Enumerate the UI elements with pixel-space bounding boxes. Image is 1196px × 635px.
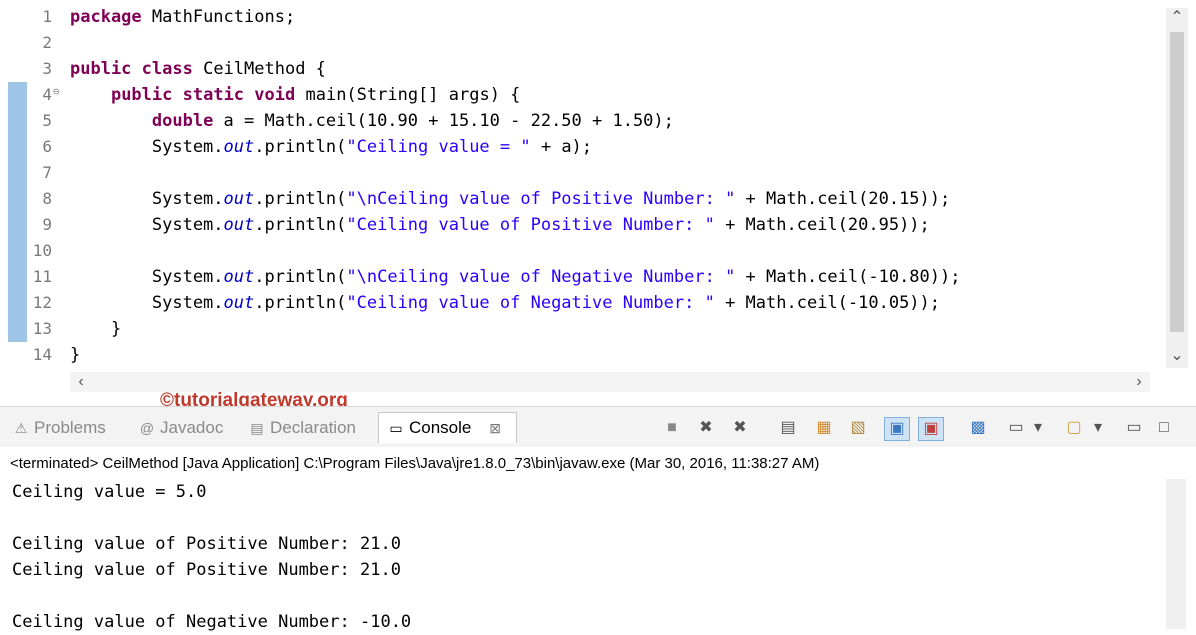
chevron-down-icon[interactable]: ▾: [1090, 417, 1106, 439]
scroll-down-icon[interactable]: ⌄: [1166, 348, 1188, 364]
console-vertical-scrollbar[interactable]: [1166, 479, 1186, 629]
editor-horizontal-scrollbar[interactable]: ‹ ›: [70, 372, 1150, 392]
console-line: Ceiling value of Negative Number: -10.0: [12, 612, 412, 632]
maximize-icon[interactable]: □: [1152, 417, 1176, 439]
code-text: public static void main(String[] args) {: [110, 85, 521, 105]
console-line: Ceiling value of Positive Number: 21.0: [12, 534, 401, 554]
tab-console-label: Console: [409, 418, 472, 437]
code-line[interactable]: 5 double a = Math.ceil(10.90 + 15.10 - 2…: [0, 108, 674, 134]
tab-javadoc[interactable]: @ Javadoc: [138, 417, 223, 439]
line-number: 12: [32, 293, 52, 312]
scroll-lock-icon[interactable]: ▦: [812, 417, 836, 439]
code-line[interactable]: 14}: [0, 342, 81, 368]
remove-launch-icon[interactable]: ✖: [694, 417, 718, 439]
console-line: Ceiling value of Positive Number: 21.0: [12, 560, 401, 580]
pin-console-icon[interactable]: ▩: [966, 417, 990, 439]
code-text: double a = Math.ceil(10.90 + 15.10 - 22.…: [151, 111, 674, 131]
editor-vertical-scrollbar[interactable]: ⌃ ⌄: [1166, 8, 1188, 368]
show-on-output-icon[interactable]: ▣: [884, 417, 910, 441]
editor-scroll-thumb[interactable]: [1170, 32, 1184, 332]
line-number: 5: [42, 111, 52, 130]
line-number: 8: [42, 189, 52, 208]
tab-declaration[interactable]: ▤ Declaration: [248, 417, 356, 439]
view-tab-bar: ⚠ Problems @ Javadoc ▤ Declaration ▭ Console…: [0, 407, 1196, 447]
code-line[interactable]: 3 public class CeilMethod {: [0, 56, 326, 82]
code-text: System.out.println("Ceiling value of Neg…: [70, 293, 941, 313]
console-panel: ⚠ Problems @ Javadoc ▤ Declaration ▭ Console…: [0, 406, 1196, 632]
scroll-right-icon[interactable]: ›: [1128, 374, 1150, 390]
code-line[interactable]: 13 }: [0, 316, 121, 342]
tab-console[interactable]: ▭ Console ⊠: [378, 412, 518, 443]
code-line[interactable]: 6 System.out.println("Ceiling value = " …: [0, 134, 592, 160]
code-line[interactable]: 2: [0, 30, 52, 56]
show-on-error-icon[interactable]: ▣: [918, 417, 944, 441]
line-number: 11: [32, 267, 52, 286]
scroll-left-icon[interactable]: ‹: [70, 374, 92, 390]
terminate-icon[interactable]: ■: [660, 417, 684, 439]
code-text: }: [70, 319, 122, 339]
word-wrap-icon[interactable]: ▧: [846, 417, 870, 439]
code-line[interactable]: 7: [0, 160, 52, 186]
declaration-icon: ▤: [250, 420, 264, 436]
code-text: System.out.println("\nCeiling value of P…: [70, 189, 951, 209]
code-text: package MathFunctions;: [70, 7, 296, 27]
code-line[interactable]: 9 System.out.println("Ceiling value of P…: [0, 212, 929, 238]
close-icon[interactable]: ⊠: [486, 417, 504, 439]
line-number: 14: [32, 345, 52, 364]
code-line[interactable]: 10: [0, 238, 52, 264]
display-console-icon[interactable]: ▭: [1004, 417, 1028, 439]
line-number: 2: [42, 33, 52, 52]
code-text: System.out.println("Ceiling value = " + …: [70, 137, 593, 157]
javadoc-icon: @: [139, 420, 155, 436]
code-line[interactable]: 12 System.out.println("Ceiling value of …: [0, 290, 940, 316]
tab-javadoc-label: Javadoc: [160, 418, 224, 437]
code-line[interactable]: 4 ⊖ public static void main(String[] args…: [0, 82, 520, 108]
line-number: 6: [42, 137, 52, 156]
warning-icon: ⚠: [14, 420, 28, 436]
code-text: public class CeilMethod {: [70, 59, 326, 79]
line-number: 7: [42, 163, 52, 182]
minimize-icon[interactable]: ▭: [1122, 417, 1146, 439]
remove-all-launches-icon[interactable]: ✖: [728, 417, 752, 439]
console-line: Ceiling value = 5.0: [12, 482, 207, 502]
code-text: System.out.println("Ceiling value of Pos…: [70, 215, 930, 235]
line-number: 3: [42, 59, 52, 78]
scroll-up-icon[interactable]: ⌃: [1166, 10, 1188, 26]
console-icon: ▭: [389, 420, 403, 436]
code-text: System.out.println("\nCeiling value of N…: [70, 267, 961, 287]
code-line[interactable]: 8 System.out.println("\nCeiling value of…: [0, 186, 950, 212]
open-console-icon[interactable]: ▢: [1062, 417, 1086, 439]
chevron-down-icon[interactable]: ▾: [1030, 417, 1046, 439]
code-line[interactable]: 1 package MathFunctions;: [0, 4, 295, 30]
console-output[interactable]: Ceiling value = 5.0 Ceiling value of Posi…: [12, 479, 411, 635]
code-line[interactable]: 11 System.out.println("\nCeiling value o…: [0, 264, 961, 290]
line-number: 10: [32, 241, 52, 260]
tab-declaration-label: Declaration: [270, 418, 356, 437]
line-number: 13: [32, 319, 52, 338]
code-lines[interactable]: 1 package MathFunctions; 2 3 public class Ce…: [0, 4, 961, 368]
fold-toggle-icon[interactable]: ⊖: [53, 82, 60, 102]
tab-problems[interactable]: ⚠ Problems: [12, 417, 106, 439]
tab-problems-label: Problems: [34, 418, 106, 437]
clear-console-icon[interactable]: ▤: [776, 417, 800, 439]
line-number: 9: [42, 215, 52, 234]
code-editor[interactable]: 1 package MathFunctions; 2 3 public class Ce…: [0, 0, 1196, 400]
line-number: 4: [42, 85, 52, 104]
launch-status: <terminated> CeilMethod [Java Applicatio…: [10, 455, 820, 472]
line-number: 1: [42, 7, 52, 26]
code-text: }: [70, 345, 81, 365]
